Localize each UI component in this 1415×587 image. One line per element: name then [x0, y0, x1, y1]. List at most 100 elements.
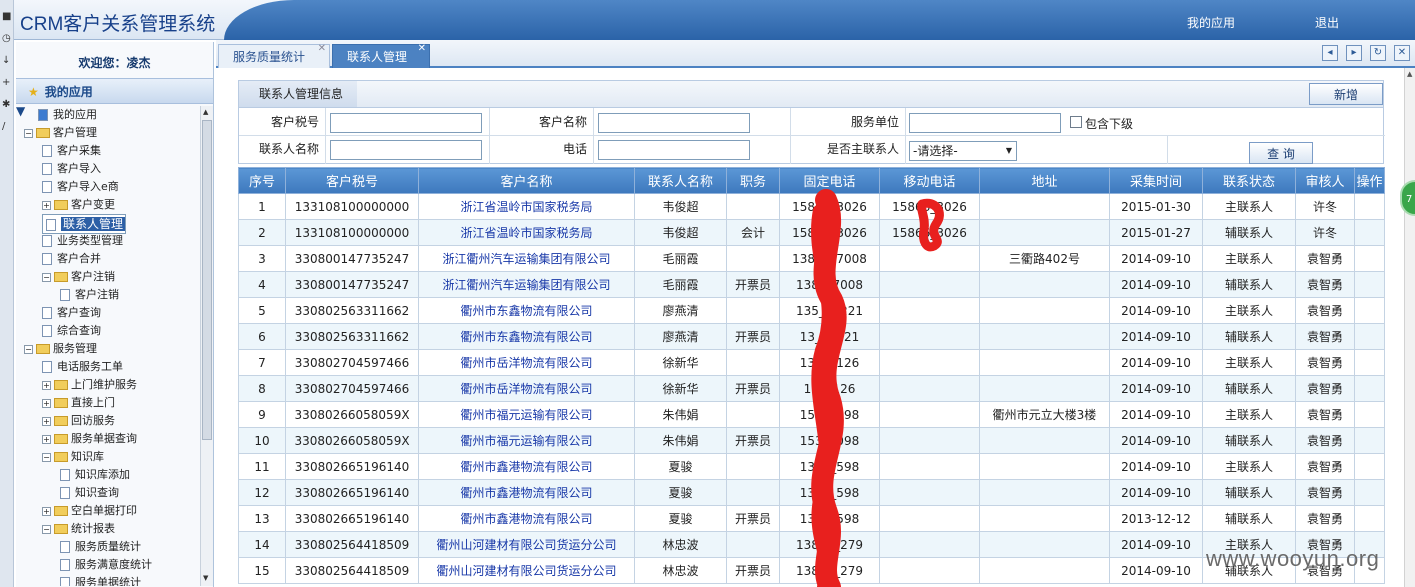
service-unit-input[interactable]: [909, 113, 1061, 133]
table-row[interactable]: 1 133108100000000 浙江省温岭市国家税务局 韦俊超 15866_3026…: [238, 193, 1385, 220]
table-cell[interactable]: 衢州市鑫港物流有限公司: [418, 453, 635, 480]
table-cell[interactable]: 衢州山河建材有限公司货运分公司: [418, 531, 635, 558]
tree-item[interactable]: 客户查询: [42, 304, 101, 322]
expand-icon[interactable]: +: [42, 434, 51, 444]
my-apps-link[interactable]: 我的应用: [1187, 14, 1235, 31]
tree-item[interactable]: − 统计报表: [42, 520, 115, 538]
tab-next-icon[interactable]: ▸: [1346, 45, 1362, 61]
close-icon[interactable]: ✕: [318, 37, 326, 61]
main-contact-select[interactable]: -请选择- ▼: [909, 141, 1017, 161]
tree-item[interactable]: + 服务单据查询: [42, 430, 137, 448]
my-apps-section-header[interactable]: ★ 我的应用: [16, 78, 213, 104]
scroll-thumb[interactable]: [202, 120, 212, 440]
tree-item[interactable]: 知识查询: [60, 484, 119, 502]
table-cell[interactable]: 衢州山河建材有限公司货运分公司: [418, 557, 635, 584]
tree-item[interactable]: 我的应用: [38, 106, 97, 124]
table-row[interactable]: 5 330802563311662 衢州市东鑫物流有限公司 廖燕清 135_02221 2…: [238, 297, 1385, 324]
table-row[interactable]: 6 330802563311662 衢州市东鑫物流有限公司 廖燕清 开票员 13_0222…: [238, 323, 1385, 350]
tree-item[interactable]: 客户导入: [42, 160, 101, 178]
gear-icon[interactable]: ✱: [2, 100, 12, 110]
contact-name-input[interactable]: [330, 140, 482, 160]
table-row[interactable]: 13 330802665196140 衢州市鑫港物流有限公司 夏骏 开票员 1339_59…: [238, 505, 1385, 532]
tree-item[interactable]: 综合查询: [42, 322, 101, 340]
tax-id-input[interactable]: [330, 113, 482, 133]
tree-item[interactable]: + 直接上门: [42, 394, 115, 412]
tree-item[interactable]: 客户导入e商: [42, 178, 119, 196]
tree-item[interactable]: 客户合并: [42, 250, 101, 268]
tab-service-quality[interactable]: 服务质量统计 ✕: [218, 43, 330, 68]
table-cell[interactable]: 衢州市东鑫物流有限公司: [418, 297, 635, 324]
close-icon[interactable]: ✕: [418, 37, 426, 61]
logout-link[interactable]: 退出: [1315, 14, 1339, 31]
download-icon[interactable]: ↓: [2, 56, 12, 66]
table-cell: [979, 297, 1110, 324]
tree-item[interactable]: + 上门维护服务: [42, 376, 137, 394]
tree-item[interactable]: + 回访服务: [42, 412, 115, 430]
table-cell[interactable]: 衢州市岳洋物流有限公司: [418, 375, 635, 402]
phone-input[interactable]: [598, 140, 750, 160]
table-cell[interactable]: 衢州市岳洋物流有限公司: [418, 349, 635, 376]
tree-item[interactable]: 客户注销: [60, 286, 119, 304]
expand-icon[interactable]: +: [42, 398, 51, 408]
search-button[interactable]: 查 询: [1249, 142, 1313, 164]
include-sub-checkbox[interactable]: [1070, 116, 1082, 128]
table-row[interactable]: 11 330802665196140 衢州市鑫港物流有限公司 夏骏 1339_598 20…: [238, 453, 1385, 480]
collapse-icon[interactable]: −: [24, 344, 33, 354]
tree-item[interactable]: 客户采集: [42, 142, 101, 160]
table-cell[interactable]: 浙江衢州汽车运输集团有限公司: [418, 245, 635, 272]
table-row[interactable]: 8 330802704597466 衢州市岳洋物流有限公司 徐新华 开票员 138_126…: [238, 375, 1385, 402]
collapse-icon[interactable]: −: [24, 128, 33, 138]
tree-item[interactable]: + 客户变更: [42, 196, 115, 214]
table-row[interactable]: 3 330800147735247 浙江衢州汽车运输集团有限公司 毛丽霞 1381_07…: [238, 245, 1385, 272]
expand-icon[interactable]: +: [42, 380, 51, 390]
page-scrollbar[interactable]: ▲: [1404, 68, 1415, 587]
collapse-icon[interactable]: −: [42, 452, 51, 462]
tree-item[interactable]: 知识库添加: [60, 466, 130, 484]
tree-item[interactable]: 联系人管理: [42, 214, 127, 234]
table-cell[interactable]: 浙江省温岭市国家税务局: [418, 193, 635, 220]
tree-item[interactable]: + 空白单据打印: [42, 502, 137, 520]
expand-icon[interactable]: +: [42, 416, 51, 426]
tree-item[interactable]: 服务质量统计: [60, 538, 141, 556]
table-row[interactable]: 12 330802665196140 衢州市鑫港物流有限公司 夏骏 1339_598 20…: [238, 479, 1385, 506]
table-row[interactable]: 10 33080266058059X 衢州市福元运输有限公司 朱伟娟 开票员 1533_0…: [238, 427, 1385, 454]
scroll-down-icon[interactable]: ▼: [203, 574, 208, 582]
tree-item[interactable]: − 客户管理: [24, 124, 97, 142]
refresh-icon[interactable]: ↻: [1370, 45, 1386, 61]
tree-item[interactable]: − 知识库: [42, 448, 104, 466]
collapse-icon[interactable]: −: [42, 272, 51, 282]
tree-item[interactable]: − 客户注销: [42, 268, 115, 286]
add-button[interactable]: 新增: [1309, 83, 1383, 105]
tree-item[interactable]: 业务类型管理: [42, 232, 123, 250]
table-cell[interactable]: 浙江衢州汽车运输集团有限公司: [418, 271, 635, 298]
table-cell[interactable]: 衢州市福元运输有限公司: [418, 401, 635, 428]
floating-badge[interactable]: 7: [1400, 180, 1415, 216]
add-icon[interactable]: +: [2, 78, 12, 88]
tab-prev-icon[interactable]: ◂: [1322, 45, 1338, 61]
edit-icon[interactable]: /: [2, 122, 12, 132]
expand-icon[interactable]: +: [42, 200, 51, 210]
tree-item[interactable]: 服务单据统计: [60, 574, 141, 586]
table-row[interactable]: 9 33080266058059X 衢州市福元运输有限公司 朱伟娟 1533_098 衢州…: [238, 401, 1385, 428]
table-cell[interactable]: 浙江省温岭市国家税务局: [418, 219, 635, 246]
history-icon[interactable]: ◷: [2, 34, 12, 44]
collapse-icon[interactable]: −: [42, 524, 51, 534]
tab-contact-management[interactable]: 联系人管理 ✕: [332, 43, 430, 68]
tree-item[interactable]: 服务满意度统计: [60, 556, 152, 574]
sidebar-scrollbar[interactable]: ▲ ▼: [200, 106, 213, 586]
scroll-up-icon[interactable]: ▲: [203, 108, 208, 116]
tree-item[interactable]: 电话服务工单: [42, 358, 123, 376]
table-row[interactable]: 2 133108100000000 浙江省温岭市国家税务局 韦俊超 会计 15866_30…: [238, 219, 1385, 246]
close-all-icon[interactable]: ✕: [1394, 45, 1410, 61]
table-cell[interactable]: 衢州市鑫港物流有限公司: [418, 505, 635, 532]
table-cell[interactable]: 衢州市鑫港物流有限公司: [418, 479, 635, 506]
tree-item[interactable]: − 服务管理: [24, 340, 97, 358]
table-row[interactable]: 4 330800147735247 浙江衢州汽车运输集团有限公司 毛丽霞 开票员 138_…: [238, 271, 1385, 298]
expand-icon[interactable]: +: [42, 506, 51, 516]
table-cell[interactable]: 衢州市东鑫物流有限公司: [418, 323, 635, 350]
tool-icon[interactable]: ■: [2, 12, 12, 22]
table-row[interactable]: 7 330802704597466 衢州市岳洋物流有限公司 徐新华 13_11126 20…: [238, 349, 1385, 376]
scroll-up-icon[interactable]: ▲: [1407, 70, 1412, 78]
customer-name-input[interactable]: [598, 113, 750, 133]
table-cell[interactable]: 衢州市福元运输有限公司: [418, 427, 635, 454]
